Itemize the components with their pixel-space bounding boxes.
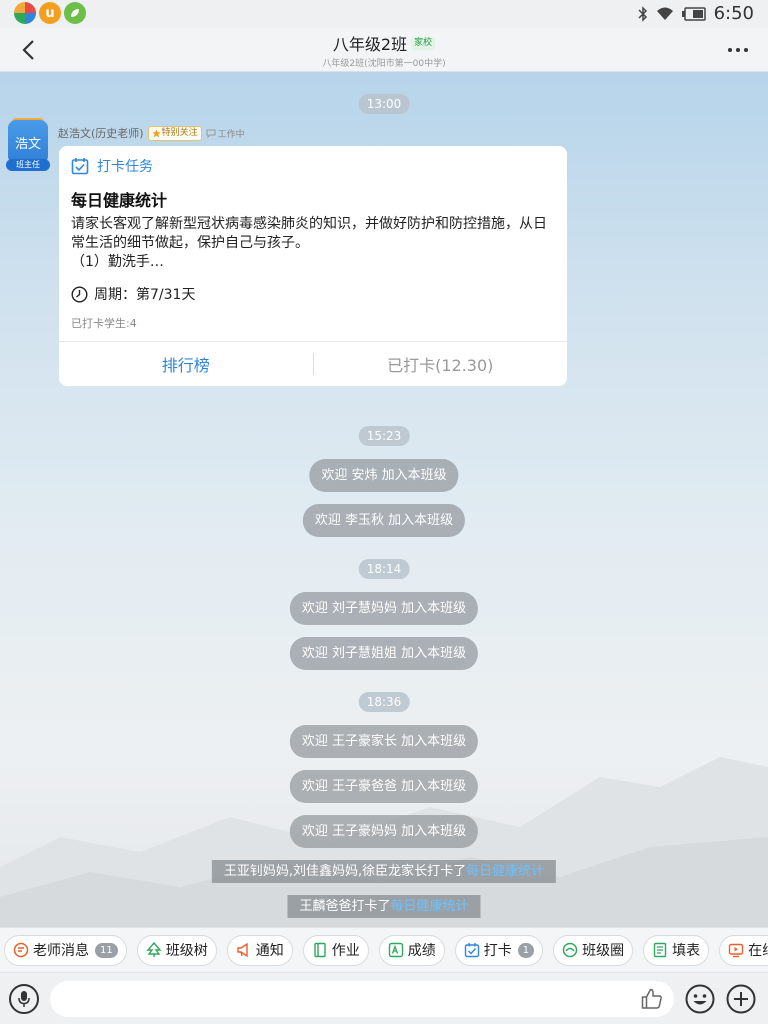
chip-class-tree[interactable]: 班级树 (136, 934, 217, 966)
time-divider: 15:23 (358, 426, 410, 446)
chip-form[interactable]: 填表 (643, 934, 710, 966)
sender-name: 赵浩文(历史老师) (58, 127, 144, 140)
chip-checkin[interactable]: 打卡 1 (454, 934, 544, 966)
bluetooth-icon (638, 5, 647, 22)
dot-icon (728, 48, 732, 52)
special-follow-tag[interactable]: 特别关注 (147, 125, 202, 141)
welcome-message: 欢迎 刘子慧姐姐 加入本班级 (289, 637, 479, 670)
card-period: 周期：第7/31天 (71, 284, 195, 304)
quick-function-bar: 老师消息11 班级树 通知 作业 成绩 打卡1 班级圈 填表 在线课堂 (0, 927, 768, 972)
chat-header: 八年级2班 家校 八年级2班(沈阳市第一00中学) (0, 28, 768, 72)
clock-icon (71, 285, 88, 303)
message-input[interactable] (50, 981, 674, 1017)
head-teacher-badge: 班主任 (6, 159, 50, 171)
more-options-button[interactable] (724, 38, 752, 62)
pinwheel-app-icon (14, 2, 36, 24)
megaphone-icon (237, 942, 248, 958)
class-tree-icon (146, 942, 162, 957)
leaf-app-icon (64, 2, 86, 24)
time-divider: 13:00 (358, 94, 410, 114)
unread-badge: 1 (517, 942, 535, 958)
homework-icon (314, 942, 326, 958)
more-actions-button[interactable] (726, 984, 756, 1014)
page-title: 八年级2班 (332, 35, 408, 54)
chip-notice[interactable]: 通知 (226, 934, 293, 966)
time-divider: 18:36 (358, 692, 410, 712)
welcome-message: 欢迎 李玉秋 加入本班级 (302, 504, 466, 537)
chat-bubble-icon (206, 129, 216, 138)
message-input-bar (0, 972, 768, 1024)
dot-icon (736, 48, 740, 52)
teacher-message-icon (13, 942, 29, 958)
chip-homework[interactable]: 作业 (302, 934, 369, 966)
sender-avatar[interactable]: 浩文 班主任 (6, 118, 50, 171)
avatar-text: 浩文 (8, 120, 48, 164)
star-icon (151, 128, 161, 137)
checked-student-count: 已打卡学生:4 (71, 317, 137, 330)
chip-teacher-message[interactable]: 老师消息 11 (4, 934, 127, 966)
checkin-notice: 王亚钊妈妈,刘佳鑫妈妈,徐臣龙家长打卡了每日健康统计 (211, 860, 557, 883)
calendar-check-icon (71, 158, 89, 175)
work-status: 工作中 (206, 127, 245, 140)
plus-icon (726, 984, 756, 1014)
home-school-tag: 家校 (411, 36, 436, 50)
form-icon (653, 942, 667, 958)
checked-in-button[interactable]: 已打卡(12.30) (314, 352, 568, 376)
card-body: 请家长客观了解新型冠状病毒感染肺炎的知识，并做好防护和防控措施，从日常生活的细节… (71, 216, 547, 270)
card-title: 每日健康统计 (71, 191, 168, 210)
task-link[interactable]: 每日健康统计 (466, 864, 544, 879)
chip-class-circle[interactable]: 班级圈 (553, 934, 634, 966)
chip-online-class[interactable]: 在线课堂 (719, 934, 768, 966)
task-link[interactable]: 每日健康统计 (391, 899, 469, 914)
u-app-icon: u (39, 2, 61, 24)
chip-grades[interactable]: 成绩 (378, 934, 445, 966)
welcome-message: 欢迎 安炜 加入本班级 (309, 459, 459, 492)
leaderboard-button[interactable]: 排行榜 (59, 352, 313, 376)
card-type: 打卡任务 (71, 156, 153, 176)
time-divider: 18:14 (358, 559, 410, 579)
status-time: 6:50 (713, 3, 754, 24)
battery-icon (681, 6, 706, 21)
welcome-message: 欢迎 王子豪爸爸 加入本班级 (289, 770, 479, 803)
welcome-message: 欢迎 王子豪妈妈 加入本班级 (289, 815, 479, 848)
sender-line: 赵浩文(历史老师) 特别关注 工作中 (58, 125, 245, 141)
card-footer: 排行榜 已打卡(12.30) (59, 341, 567, 386)
emoji-icon (685, 984, 715, 1014)
status-bar: u 6:50 (0, 0, 768, 28)
grades-icon (388, 942, 403, 958)
emoji-button[interactable] (685, 984, 715, 1014)
welcome-message: 欢迎 王子豪家长 加入本班级 (289, 725, 479, 758)
page-subtitle: 八年级2班(沈阳市第一00中学) (322, 59, 446, 69)
class-circle-icon (562, 942, 578, 958)
checkin-notice: 王麟爸爸打卡了每日健康统计 (287, 895, 481, 918)
unread-badge: 11 (95, 942, 118, 958)
wifi-icon (656, 7, 673, 20)
voice-input-button[interactable] (9, 984, 39, 1014)
welcome-message: 欢迎 刘子慧妈妈 加入本班级 (289, 592, 479, 625)
checkin-icon (464, 943, 479, 958)
like-button[interactable] (640, 987, 666, 1013)
microphone-icon (18, 991, 30, 1007)
online-class-icon (728, 943, 744, 958)
thumbs-up-icon (641, 988, 662, 1009)
checkin-task-card[interactable]: 打卡任务 每日健康统计 请家长客观了解新型冠状病毒感染肺炎的知识，并做好防护和防… (59, 146, 567, 386)
dot-icon (744, 48, 748, 52)
card-type-label: 打卡任务 (97, 159, 153, 175)
